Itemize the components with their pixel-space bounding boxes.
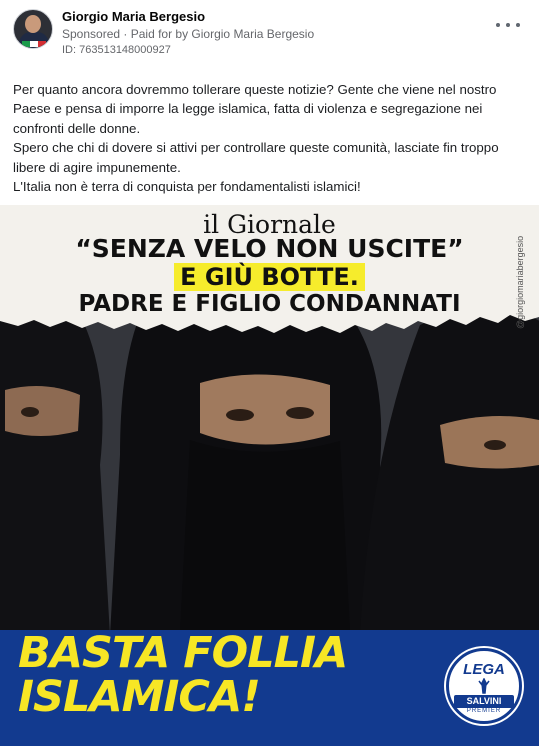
slogan-line-1: BASTA FOLLIA: [18, 628, 348, 678]
ad-creative-image[interactable]: il Giornale “SENZA VELO NON USCITE” E GI…: [0, 205, 539, 746]
more-horizontal-icon[interactable]: [496, 19, 520, 31]
italian-flag-icon: [22, 41, 46, 47]
avatar-face: [25, 15, 41, 33]
lega-logo-name: SALVINI: [454, 695, 514, 708]
headline-highlight-wrap: E GIÙ BOTTE.: [0, 263, 539, 291]
post-header: Giorgio Maria Bergesio Sponsored · Paid …: [0, 0, 539, 64]
paid-for-name-link[interactable]: Giorgio Maria Bergesio: [191, 27, 314, 41]
post-paragraph: Per quanto ancora dovremmo tollerare que…: [13, 82, 497, 136]
post-paragraph: Spero che chi di dovere si attivi per co…: [13, 140, 499, 175]
post-paragraph: L'Italia non è terra di conquista per fo…: [13, 179, 361, 195]
ad-id: ID: 763513148000927: [62, 44, 171, 56]
slogan-text: BASTA FOLLIA ISLAMICA!: [18, 628, 348, 722]
paid-for-prefix: Paid for by: [130, 27, 192, 41]
sponsored-label: Sponsored: [62, 27, 121, 41]
sponsorship-line: Sponsored · Paid for by Giorgio Maria Be…: [62, 27, 314, 41]
headline-subtitle: PADRE E FIGLIO CONDANNATI: [78, 291, 461, 317]
page-name-link[interactable]: Giorgio Maria Bergesio: [62, 9, 205, 24]
lega-logo-sub: PREMIER: [466, 708, 502, 714]
lega-logo-word: LEGA: [463, 661, 505, 678]
page-avatar[interactable]: [13, 9, 53, 49]
post-body-text: Per quanto ancora dovremmo tollerare que…: [13, 80, 529, 196]
warrior-icon: [478, 678, 490, 694]
separator-dot: ·: [120, 27, 131, 41]
social-handle: @giorgiomariabergesio: [515, 235, 525, 329]
headline-quote: “SENZA VELO NON USCITE”: [75, 234, 464, 263]
lega-salvini-logo: LEGA SALVINI PREMIER: [446, 648, 522, 724]
slogan-line-2: ISLAMICA!: [18, 672, 261, 722]
headline-highlight: E GIÙ BOTTE.: [174, 263, 365, 291]
